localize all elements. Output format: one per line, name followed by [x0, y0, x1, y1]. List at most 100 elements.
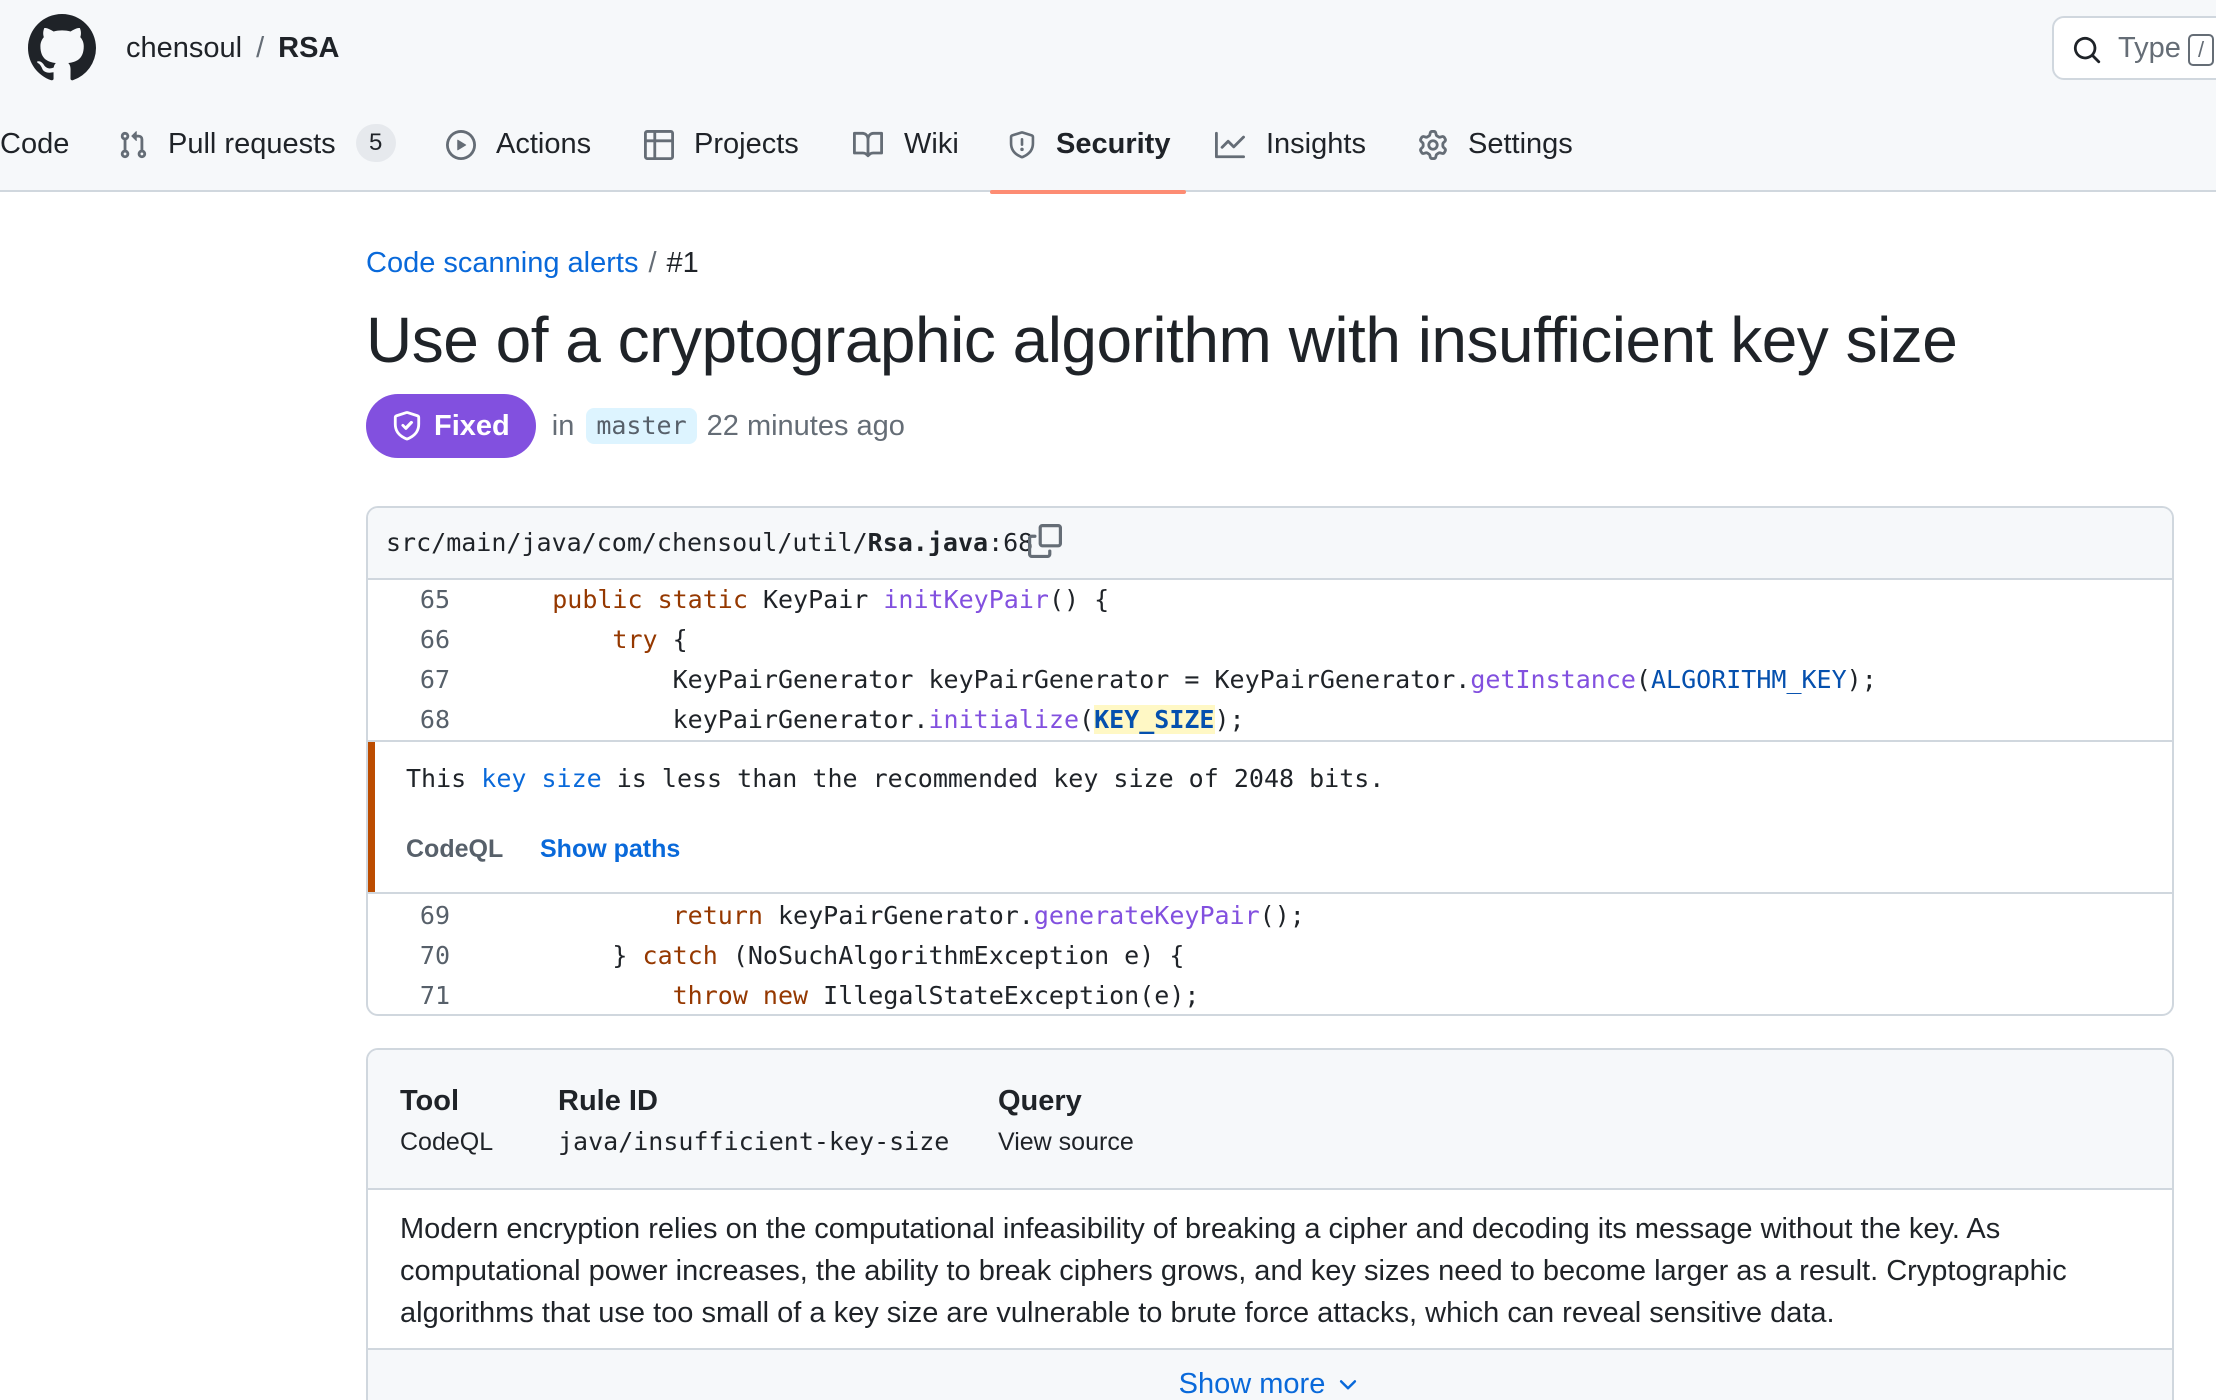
code-line: 68 keyPairGenerator.initialize(KEY_SIZE)… — [368, 700, 2172, 740]
code-token: keyPairGenerator. — [762, 901, 1034, 930]
rule-id-column: Rule ID java/insufficient-key-size — [558, 1082, 949, 1160]
code-token: generateKeyPair — [1033, 901, 1260, 930]
book-icon — [853, 131, 884, 158]
repo-header: chensoul / RSA Type / Code Pull requests 5… — [0, 0, 2216, 194]
code-token: initialize — [928, 705, 1080, 734]
repo-nav-tabs: Code Pull requests 5 Actions Projects Wi… — [0, 118, 2216, 194]
tab-actions[interactable]: Actions — [446, 118, 591, 192]
alert-message-pre: This — [406, 764, 482, 793]
tab-settings-label: Settings — [1468, 128, 1573, 160]
tool-column: Tool CodeQL — [400, 1082, 493, 1160]
tab-projects[interactable]: Projects — [644, 118, 799, 192]
tab-insights[interactable]: Insights — [1214, 118, 1366, 192]
code-token: catch — [642, 941, 718, 970]
tab-security[interactable]: Security — [989, 118, 1187, 194]
code-lines-after: 69 return keyPairGenerator.generateKeyPa… — [368, 896, 2172, 1014]
alert-message-post: is less than the recommended key size of… — [601, 764, 1385, 793]
code-lines-before: 65 public static KeyPair initKeyPair() {… — [368, 580, 2172, 740]
show-more-label: Show more — [1178, 1368, 1326, 1400]
code-token: ( — [1079, 705, 1095, 734]
code-text: throw new IllegalStateException(e); — [492, 976, 1200, 1014]
breadcrumb: Code scanning alerts / #1 — [366, 243, 699, 283]
alert-timestamp: 22 minutes ago — [706, 409, 905, 442]
repo-owner-link[interactable]: chensoul — [126, 32, 242, 64]
code-text: } catch (NoSuchAlgorithmException e) { — [492, 936, 1184, 976]
search-placeholder: Type — [2118, 32, 2181, 64]
code-token: getInstance — [1470, 665, 1636, 694]
code-line: 69 return keyPairGenerator.generateKeyPa… — [368, 896, 2172, 936]
breadcrumb-current: #1 — [666, 247, 699, 279]
graph-icon — [1215, 131, 1245, 159]
line-number[interactable]: 69 — [368, 896, 450, 936]
tab-pull-requests[interactable]: Pull requests 5 — [118, 118, 396, 192]
status-badge: Fixed — [366, 394, 536, 458]
code-snippet-panel: src/main/java/com/chensoul/util/Rsa.java… — [366, 506, 2174, 1016]
code-token: ); — [1214, 705, 1245, 734]
tab-actions-label: Actions — [496, 128, 592, 160]
branch-name[interactable]: master — [586, 408, 697, 444]
show-more-bar: Show more — [368, 1348, 2172, 1400]
show-more-button[interactable]: Show more — [368, 1364, 2172, 1400]
search-input[interactable]: Type / — [2052, 16, 2216, 80]
code-token: } — [492, 941, 643, 970]
code-file-header: src/main/java/com/chensoul/util/Rsa.java… — [368, 508, 2172, 580]
view-source-link[interactable]: View source — [998, 1124, 1134, 1160]
file-path[interactable]: src/main/java/com/chensoul/util/Rsa.java… — [386, 524, 1033, 562]
code-token: IllegalStateException(e); — [808, 981, 1200, 1010]
code-text: public static KeyPair initKeyPair() { — [492, 580, 1109, 620]
code-text: try { — [492, 620, 688, 660]
tab-settings[interactable]: Settings — [1418, 118, 1573, 192]
code-line: 65 public static KeyPair initKeyPair() { — [368, 580, 2172, 620]
code-token: KEY_SIZE — [1094, 705, 1215, 734]
breadcrumb-separator: / — [648, 247, 657, 279]
search-shortcut-key: / — [2188, 34, 2214, 66]
tool-value: CodeQL — [400, 1128, 494, 1156]
table-icon — [644, 130, 674, 160]
line-number[interactable]: 68 — [368, 700, 450, 740]
code-token: (NoSuchAlgorithmException e) { — [717, 941, 1185, 970]
code-token: try — [612, 625, 658, 654]
code-text: keyPairGenerator.initialize(KEY_SIZE); — [492, 700, 1245, 740]
tab-code[interactable]: Code — [0, 118, 69, 192]
code-token: KeyPairGenerator keyPairGenerator = KeyP… — [492, 665, 1471, 694]
copy-icon[interactable] — [1028, 524, 1062, 558]
breadcrumb-code-scanning-link[interactable]: Code scanning alerts — [366, 247, 638, 279]
tab-code-label: Code — [0, 128, 70, 160]
line-number[interactable]: 65 — [368, 580, 450, 620]
search-icon — [2073, 36, 2101, 64]
file-path-line: :68 — [988, 528, 1034, 557]
line-number[interactable]: 66 — [368, 620, 450, 660]
rule-id-heading: Rule ID — [558, 1085, 658, 1117]
line-number[interactable]: 71 — [368, 976, 450, 1014]
shield-icon — [1009, 131, 1035, 159]
play-circle-icon — [446, 130, 476, 160]
branch-prefix: in — [551, 409, 575, 442]
line-number[interactable]: 67 — [368, 660, 450, 700]
page-title: Use of a cryptographic algorithm with in… — [366, 304, 1958, 376]
tab-wiki-label: Wiki — [904, 128, 959, 160]
repo-name-link[interactable]: RSA — [278, 32, 339, 64]
tab-wiki[interactable]: Wiki — [852, 118, 959, 192]
chevron-down-icon — [1340, 1380, 1357, 1390]
code-token: { — [657, 625, 688, 654]
tab-insights-label: Insights — [1266, 128, 1366, 160]
code-token: public static — [552, 585, 748, 614]
code-token: KeyPair — [747, 585, 884, 614]
tab-projects-label: Projects — [694, 128, 799, 160]
alert-message-link[interactable]: key size — [481, 764, 601, 793]
tab-pull-requests-label: Pull requests — [168, 128, 336, 160]
github-logo-icon[interactable] — [28, 14, 96, 82]
code-line: 70 } catch (NoSuchAlgorithmException e) … — [368, 936, 2172, 976]
show-paths-button[interactable]: Show paths — [540, 830, 680, 868]
query-heading: Query — [998, 1085, 1082, 1117]
code-token: () { — [1048, 585, 1110, 614]
alert-message: This key size is less than the recommend… — [406, 760, 1384, 798]
rule-info-header: Tool CodeQL Rule ID java/insufficient-ke… — [368, 1050, 2172, 1190]
alert-annotation: This key size is less than the recommend… — [368, 740, 2172, 894]
line-number[interactable]: 70 — [368, 936, 450, 976]
rule-info-panel: Tool CodeQL Rule ID java/insufficient-ke… — [366, 1048, 2174, 1400]
code-token: return — [672, 901, 763, 930]
alert-meta: Fixed in master 22 minutes ago — [366, 394, 905, 458]
